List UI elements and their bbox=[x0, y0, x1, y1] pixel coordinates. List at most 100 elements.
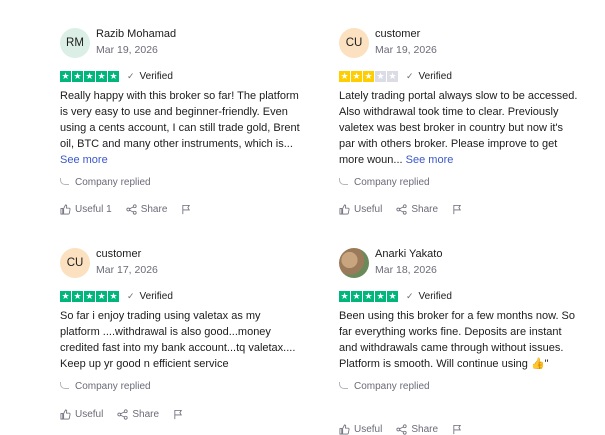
star-rating: ★ ★ ★ ★ ★ bbox=[60, 70, 119, 82]
review-text: Been using this broker for a few months … bbox=[339, 308, 579, 372]
rating-row: ★ ★ ★ ★ ★ ✓ Verified bbox=[60, 290, 300, 302]
star-icon: ★ bbox=[108, 70, 119, 82]
thumbs-up-icon bbox=[60, 204, 71, 215]
star-icon: ★ bbox=[108, 290, 119, 302]
share-icon bbox=[126, 204, 137, 215]
avatar-photo[interactable] bbox=[339, 248, 369, 278]
star-icon: ★ bbox=[84, 290, 95, 302]
check-icon: ✓ bbox=[127, 290, 135, 301]
rating-row: ★ ★ ★ ★ ★ ✓ Verified bbox=[339, 290, 579, 302]
review-header: Anarki Yakato Mar 18, 2026 bbox=[339, 248, 579, 288]
review-header: CU customer Mar 19, 2026 bbox=[339, 28, 579, 68]
star-rating: ★ ★ ★ ★ ★ bbox=[339, 290, 398, 302]
reviewer-name[interactable]: customer bbox=[375, 28, 437, 41]
star-icon: ★ bbox=[84, 70, 95, 82]
review-text: So far i enjoy trading using valetax as … bbox=[60, 308, 300, 372]
thumbs-up-icon bbox=[60, 409, 71, 420]
see-more-link[interactable]: See more bbox=[406, 154, 454, 166]
avatar[interactable]: CU bbox=[339, 28, 369, 58]
star-icon: ★ bbox=[363, 290, 374, 302]
review-body: Been using this broker for a few months … bbox=[339, 310, 576, 370]
check-icon: ✓ bbox=[406, 70, 414, 81]
review-date: Mar 19, 2026 bbox=[96, 44, 158, 56]
verified-label: Verified bbox=[418, 70, 452, 82]
star-icon: ★ bbox=[72, 70, 83, 82]
useful-label: Useful bbox=[75, 204, 104, 215]
thumbs-up-icon bbox=[339, 204, 350, 215]
see-more-link[interactable]: See more bbox=[60, 154, 108, 166]
review-actions: Useful Share bbox=[60, 409, 202, 420]
reviewer-name[interactable]: customer bbox=[96, 248, 158, 261]
flag-icon bbox=[453, 424, 462, 435]
company-replied-label: Company replied bbox=[75, 381, 151, 392]
review-date: Mar 19, 2026 bbox=[375, 44, 437, 56]
share-icon bbox=[396, 204, 407, 215]
rating-row: ★ ★ ★ ★ ★ ✓ Verified bbox=[60, 70, 300, 82]
star-icon: ★ bbox=[96, 70, 107, 82]
star-icon: ★ bbox=[387, 290, 398, 302]
share-button[interactable]: Share bbox=[396, 204, 438, 215]
star-icon: ★ bbox=[60, 290, 71, 302]
company-replied[interactable]: Company replied bbox=[339, 381, 579, 392]
share-label: Share bbox=[132, 409, 160, 420]
useful-button[interactable]: Useful bbox=[339, 424, 382, 435]
review-actions: Useful 1 Share bbox=[60, 204, 210, 215]
flag-icon bbox=[182, 204, 191, 215]
useful-label: Useful bbox=[354, 424, 383, 435]
avatar[interactable]: CU bbox=[60, 248, 90, 278]
star-icon: ★ bbox=[60, 70, 71, 82]
report-button[interactable] bbox=[181, 204, 196, 215]
useful-label: Useful bbox=[75, 409, 104, 420]
star-icon: ★ bbox=[375, 70, 386, 82]
review-body: So far i enjoy trading using valetax as … bbox=[60, 310, 296, 370]
share-label: Share bbox=[411, 204, 439, 215]
check-icon: ✓ bbox=[127, 70, 135, 81]
reply-icon bbox=[60, 177, 69, 185]
review-header: RM Razib Mohamad Mar 19, 2026 bbox=[60, 28, 300, 68]
avatar[interactable]: RM bbox=[60, 28, 90, 58]
company-replied[interactable]: Company replied bbox=[60, 381, 300, 392]
company-replied[interactable]: Company replied bbox=[339, 177, 579, 188]
share-button[interactable]: Share bbox=[117, 409, 159, 420]
review-card: CU customer Mar 19, 2026 ★ ★ ★ ★ ★ ✓ Ver… bbox=[339, 28, 579, 215]
verified-badge[interactable]: ✓ Verified bbox=[406, 71, 452, 82]
verified-badge[interactable]: ✓ Verified bbox=[406, 291, 452, 302]
useful-button[interactable]: Useful bbox=[339, 204, 382, 215]
star-icon: ★ bbox=[351, 70, 362, 82]
review-card: CU customer Mar 17, 2026 ★ ★ ★ ★ ★ ✓ Ver… bbox=[60, 248, 300, 420]
review-card: RM Razib Mohamad Mar 19, 2026 ★ ★ ★ ★ ★ … bbox=[60, 28, 300, 215]
rating-row: ★ ★ ★ ★ ★ ✓ Verified bbox=[339, 70, 579, 82]
verified-label: Verified bbox=[418, 290, 452, 302]
share-label: Share bbox=[140, 204, 168, 215]
star-rating: ★ ★ ★ ★ ★ bbox=[60, 290, 119, 302]
share-button[interactable]: Share bbox=[126, 204, 168, 215]
share-button[interactable]: Share bbox=[396, 424, 438, 435]
share-label: Share bbox=[411, 424, 439, 435]
review-body: Lately trading portal always slow to be … bbox=[339, 90, 578, 166]
company-replied-label: Company replied bbox=[354, 177, 430, 188]
report-button[interactable] bbox=[452, 424, 467, 435]
company-replied-label: Company replied bbox=[354, 381, 430, 392]
thumbs-up-icon bbox=[339, 424, 350, 435]
reply-icon bbox=[339, 381, 348, 389]
star-icon: ★ bbox=[72, 290, 83, 302]
review-text: Really happy with this broker so far! Th… bbox=[60, 88, 300, 168]
report-button[interactable] bbox=[452, 204, 467, 215]
review-header: CU customer Mar 17, 2026 bbox=[60, 248, 300, 288]
verified-label: Verified bbox=[139, 290, 173, 302]
star-icon: ★ bbox=[96, 290, 107, 302]
review-date: Mar 17, 2026 bbox=[96, 264, 158, 276]
useful-button[interactable]: Useful bbox=[60, 409, 103, 420]
review-body: Really happy with this broker so far! Th… bbox=[60, 90, 300, 150]
flag-icon bbox=[174, 409, 183, 420]
reviewer-name[interactable]: Anarki Yakato bbox=[375, 248, 442, 261]
verified-badge[interactable]: ✓ Verified bbox=[127, 291, 173, 302]
useful-button[interactable]: Useful 1 bbox=[60, 204, 112, 215]
reviewer-name[interactable]: Razib Mohamad bbox=[96, 28, 176, 41]
verified-badge[interactable]: ✓ Verified bbox=[127, 71, 173, 82]
review-actions: Useful Share bbox=[339, 424, 481, 435]
share-icon bbox=[117, 409, 128, 420]
report-button[interactable] bbox=[173, 409, 188, 420]
review-actions: Useful Share bbox=[339, 204, 481, 215]
company-replied[interactable]: Company replied bbox=[60, 177, 300, 188]
